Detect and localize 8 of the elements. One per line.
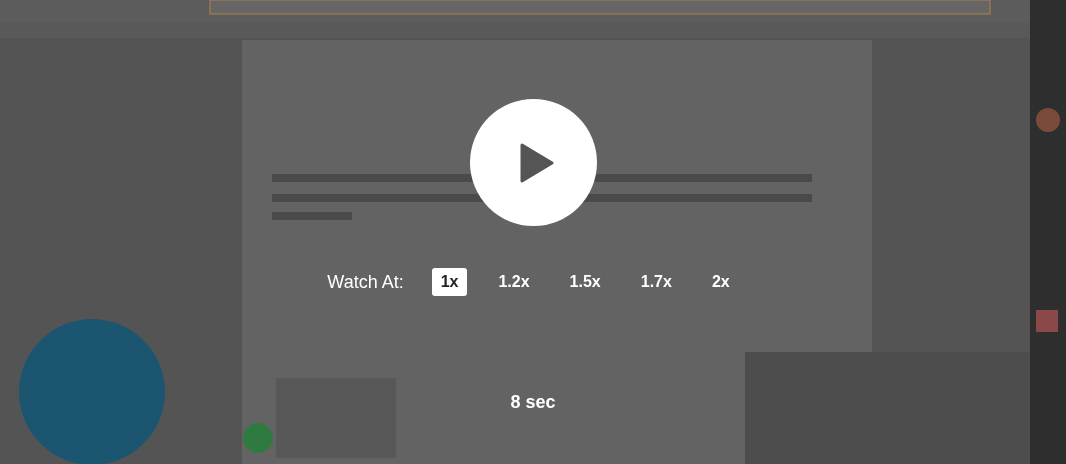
watch-at-label: Watch At:	[327, 271, 404, 293]
speed-option[interactable]: 1.5x	[560, 268, 610, 296]
countdown-timer: 8 sec	[510, 392, 556, 413]
play-icon	[520, 142, 554, 183]
speed-option[interactable]: 1.7x	[631, 268, 681, 296]
speed-option[interactable]: 2x	[702, 268, 739, 296]
speed-option[interactable]: 1x	[431, 268, 468, 296]
speed-option[interactable]: 1.2x	[489, 268, 539, 296]
